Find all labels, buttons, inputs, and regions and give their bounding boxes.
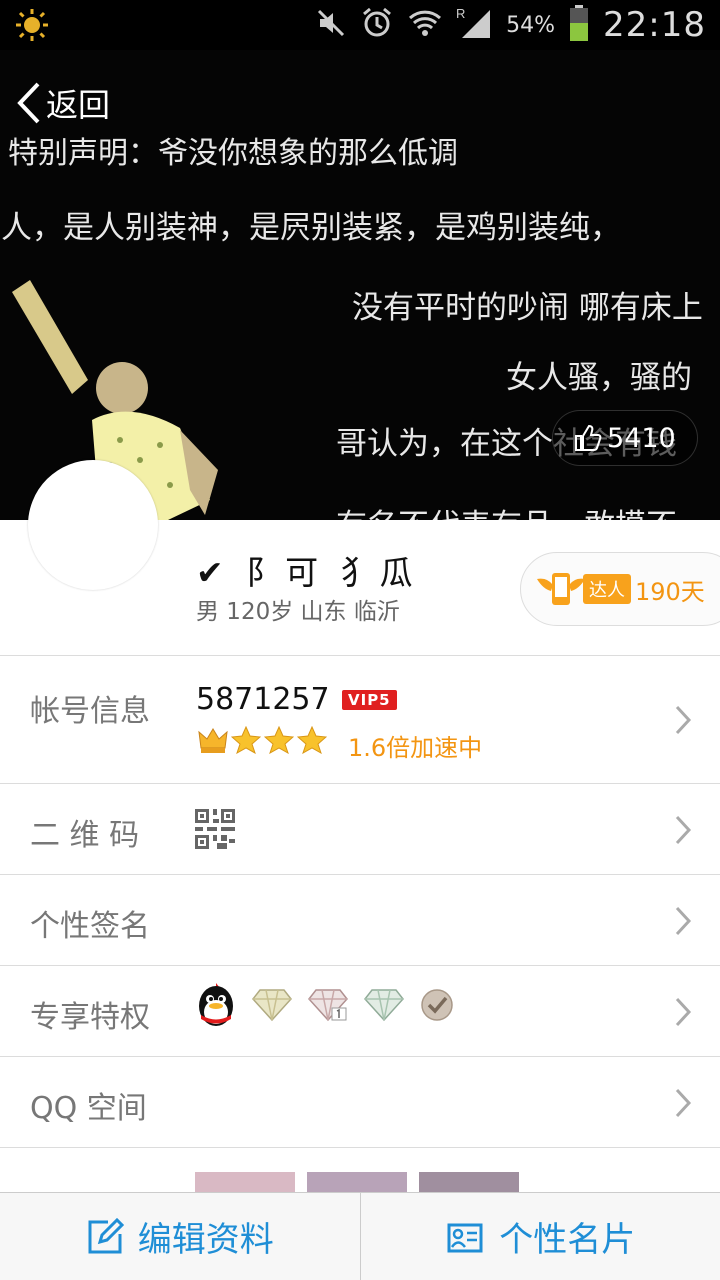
personal-card-label: 个性名片	[499, 1220, 636, 1260]
chevron-right-icon	[675, 815, 692, 845]
account-info-label: 帐号信息	[30, 694, 150, 729]
crown-icon	[198, 728, 228, 753]
qr-code-label: 二 维 码	[30, 818, 140, 853]
card-icon	[447, 1223, 483, 1252]
edit-icon	[88, 1217, 124, 1253]
nickname: ✔ 阝可 犭瓜	[196, 553, 419, 592]
cover-text-line: 有名不代表有品，敢摸不	[336, 500, 677, 520]
cover-text-line: 特别声明：爷没你想象的那么低调	[8, 136, 458, 171]
mute-icon	[316, 8, 346, 42]
vip-badge: VIP5	[342, 690, 397, 710]
cover-text-line: 女人骚，骚的	[506, 360, 692, 396]
profile-screen: R 54% 22:18 特别声明：爷没你想象的那么低调 装人，是人别装神，是屄别…	[0, 0, 720, 1280]
level-icons	[198, 726, 327, 754]
qr-code-row[interactable]: 二 维 码	[0, 783, 720, 874]
qq-number: 5871257	[196, 682, 330, 717]
sun-icon	[14, 7, 50, 47]
daren-tag: 达人	[583, 574, 631, 604]
svg-text:R: R	[456, 6, 465, 21]
bottom-action-bar: 编辑资料 个性名片	[0, 1192, 720, 1280]
avatar[interactable]	[28, 460, 158, 590]
qq-penguin-icon	[199, 983, 233, 1026]
privilege-row[interactable]: 专享特权	[0, 965, 720, 1056]
green-diamond-icon	[364, 989, 404, 1022]
profile-meta: 男 120岁 山东 临沂	[196, 599, 400, 625]
privilege-label: 专享特权	[30, 1000, 150, 1035]
qzone-row[interactable]: QQ 空间	[0, 1056, 720, 1147]
alarm-icon	[360, 6, 394, 44]
cover-text-line: 装人，是人别装神，是屄别装紧，是鸡别装纯，	[0, 210, 621, 246]
privilege-icons	[196, 982, 454, 1028]
thumbs-up-icon	[575, 424, 602, 451]
back-label: 返回	[46, 86, 111, 124]
clock: 22:18	[603, 5, 706, 45]
like-button[interactable]: 5410	[552, 410, 698, 466]
chevron-right-icon	[675, 997, 692, 1027]
signal-icon: R	[456, 6, 492, 44]
winged-phone-icon	[535, 569, 587, 609]
star-icon	[231, 726, 261, 754]
daren-badge-button[interactable]: 达人 190天	[520, 552, 720, 626]
signature-row[interactable]: 个性签名	[0, 874, 720, 965]
verified-check-icon	[421, 989, 453, 1021]
signature-label: 个性签名	[30, 909, 150, 944]
like-count: 5410	[607, 422, 676, 454]
chevron-right-icon	[675, 705, 692, 735]
account-info-row[interactable]: 帐号信息 5871257 VIP5 1.6倍加速中	[0, 655, 720, 783]
edit-profile-label: 编辑资料	[137, 1220, 274, 1260]
star-icon	[297, 726, 327, 754]
red-diamond-icon	[308, 989, 348, 1022]
star-icon	[264, 726, 294, 754]
qzone-label: QQ 空间	[30, 1091, 147, 1126]
qr-code-icon	[195, 809, 235, 849]
cover-text-line: 没有平时的吵闹 哪有床上	[352, 290, 703, 326]
daren-days: 190天	[635, 577, 705, 606]
chevron-right-icon	[675, 1088, 692, 1118]
back-button[interactable]: 返回	[16, 80, 110, 126]
chevron-right-icon	[675, 906, 692, 936]
personal-card-button[interactable]: 个性名片	[361, 1193, 720, 1280]
wifi-icon	[408, 7, 442, 43]
battery-percent: 54%	[506, 12, 556, 38]
chevron-left-icon	[17, 82, 40, 124]
status-bar: R 54% 22:18	[0, 0, 720, 50]
cover-image[interactable]: 特别声明：爷没你想象的那么低调 装人，是人别装神，是屄别装紧，是鸡别装纯， 没有…	[0, 50, 720, 520]
edit-profile-button[interactable]: 编辑资料	[0, 1193, 360, 1280]
battery-icon	[569, 5, 589, 45]
yellow-diamond-icon	[252, 989, 292, 1022]
speed-status: 1.6倍加速中	[348, 734, 483, 762]
